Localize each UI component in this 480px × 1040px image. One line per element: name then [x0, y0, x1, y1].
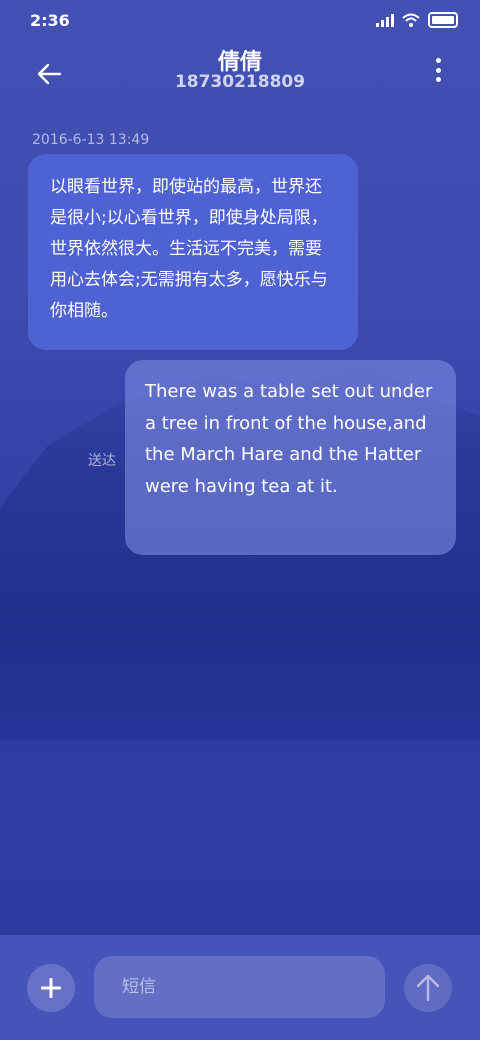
- incoming-message-bubble[interactable]: 以眼看世界，即使站的最高，世界还是很小;以心看世界，即使身处局限，世界依然很大。…: [28, 154, 358, 350]
- message-input[interactable]: [94, 956, 385, 1018]
- send-button[interactable]: [404, 964, 452, 1012]
- add-attachment-button[interactable]: [27, 964, 75, 1012]
- background-water: [0, 740, 480, 935]
- outgoing-message-bubble[interactable]: There was a table set out under a tree i…: [125, 360, 456, 555]
- delivery-status: 送达: [88, 453, 116, 469]
- more-options-button[interactable]: [432, 58, 444, 82]
- more-vertical-icon: [435, 58, 441, 63]
- battery-icon: [428, 12, 458, 28]
- wifi-icon: [402, 13, 420, 27]
- status-time: 2:36: [30, 11, 70, 30]
- arrow-up-icon: [416, 974, 440, 1002]
- composer-bar: [0, 935, 480, 1040]
- contact-number: 18730218809: [174, 72, 306, 92]
- message-timestamp: 2016-6-13 13:49: [32, 132, 150, 148]
- conversation-header: 倩倩 18730218809: [0, 40, 480, 120]
- signal-icon: [376, 13, 394, 27]
- status-icons: [376, 12, 458, 28]
- status-bar: 2:36: [0, 0, 480, 40]
